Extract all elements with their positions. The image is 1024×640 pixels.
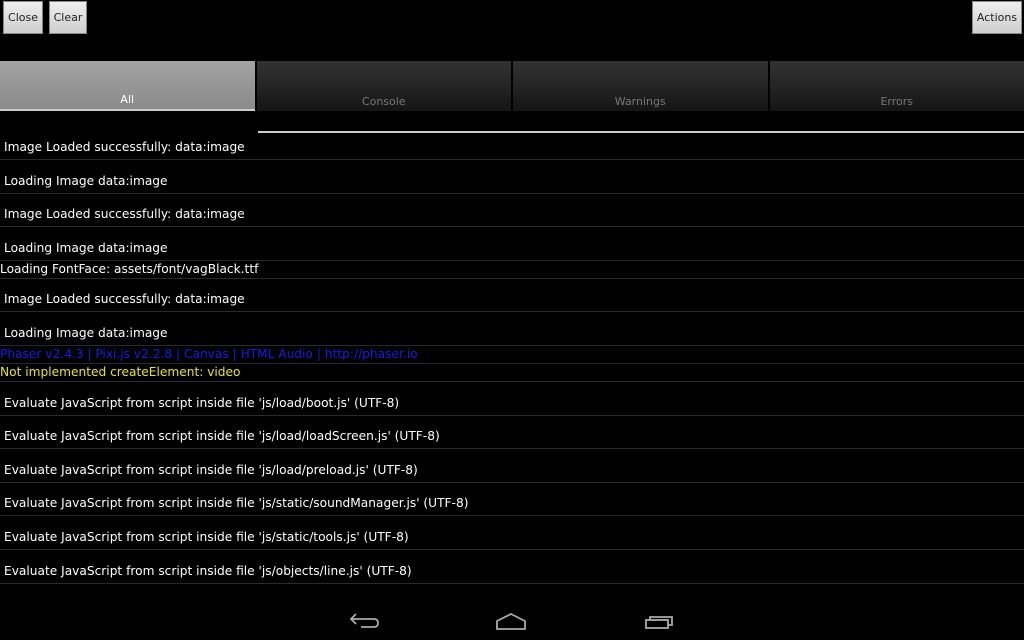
log-entry[interactable]: Loading Image data:image [0,227,1024,261]
log-entry-text: Image Loaded successfully: data:image [4,207,245,222]
log-entry-text: Phaser v2.4.3 | Pixi.js v2.2.8 | Canvas … [0,346,418,361]
close-button[interactable]: Close [3,1,43,34]
log-entry-text: Image Loaded successfully: data:image [4,292,245,307]
log-entry[interactable]: Evaluate JavaScript from script inside f… [0,416,1024,450]
tab-console[interactable]: Console [256,61,511,111]
home-icon[interactable] [491,608,531,634]
log-entry-text: Evaluate JavaScript from script inside f… [4,529,409,544]
log-entry[interactable]: Evaluate JavaScript from script inside f… [0,382,1024,416]
tab-divider [258,131,1024,133]
navigation-bar [0,600,1024,640]
log-entry[interactable]: Evaluate JavaScript from script inside f… [0,483,1024,517]
log-entry[interactable]: Image Loaded successfully: data:image [0,194,1024,228]
back-icon[interactable] [344,608,384,634]
tab-all[interactable]: All [0,61,255,111]
log-entry[interactable]: Image Loaded successfully: data:image [0,279,1024,313]
log-entry-text: Evaluate JavaScript from script inside f… [4,496,469,511]
log-entry-text: Evaluate JavaScript from script inside f… [4,429,440,444]
tab-warnings[interactable]: Warnings [513,61,768,111]
log-entry[interactable]: Not implemented createElement: video [0,364,1024,382]
log-entry[interactable]: Evaluate JavaScript from script inside f… [0,449,1024,483]
recent-apps-icon[interactable] [639,608,679,634]
log-entry-text: Loading Image data:image [4,325,168,340]
log-entry-text: Loading Image data:image [4,173,168,188]
actions-button[interactable]: Actions [972,1,1022,34]
log-entry[interactable]: Evaluate JavaScript from script inside f… [0,550,1024,584]
log-entry[interactable]: Phaser v2.4.3 | Pixi.js v2.2.8 | Canvas … [0,346,1024,364]
log-entry[interactable]: Loading Image data:image [0,312,1024,346]
log-entry-text: Evaluate JavaScript from script inside f… [4,563,412,578]
log-entry-text: Loading FontFace: assets/font/vagBlack.t… [0,261,259,276]
log-entry-text: Evaluate JavaScript from script inside f… [4,395,400,410]
log-entry-text: Loading Image data:image [4,240,168,255]
log-list[interactable]: Image Loaded successfully: data:image Loa… [0,134,1024,584]
log-entry[interactable]: Evaluate JavaScript from script inside f… [0,516,1024,550]
log-entry[interactable]: Image Loaded successfully: data:image [0,134,1024,160]
log-entry-text: Not implemented createElement: video [0,364,241,379]
log-entry[interactable]: Loading FontFace: assets/font/vagBlack.t… [0,261,1024,279]
clear-button[interactable]: Clear [49,1,87,34]
log-entry[interactable]: Loading Image data:image [0,160,1024,194]
log-entry-text: Image Loaded successfully: data:image [4,140,245,154]
tab-bar: All Console Warnings Errors [0,61,1024,111]
log-entry-text: Evaluate JavaScript from script inside f… [4,462,418,477]
tab-errors[interactable]: Errors [769,61,1024,111]
